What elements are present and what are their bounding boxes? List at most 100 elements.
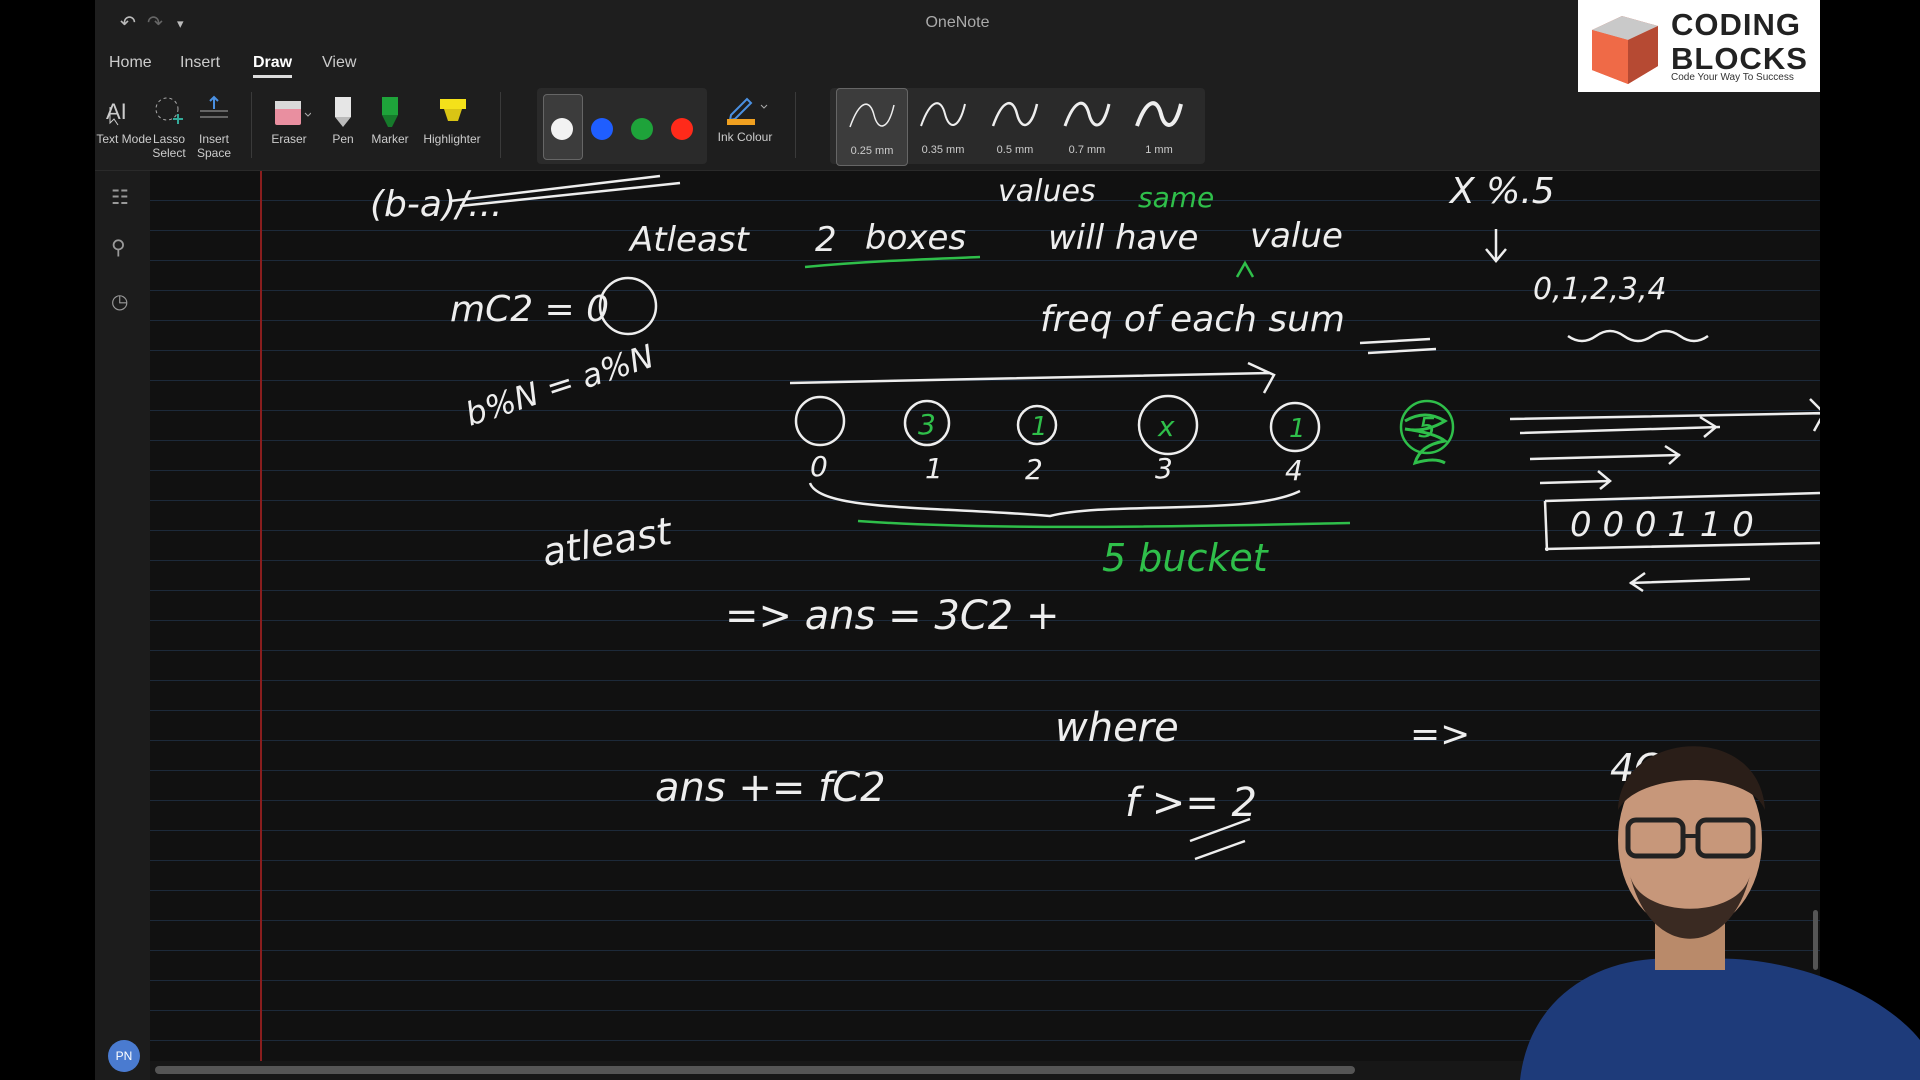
bucket-index: 1 bbox=[925, 452, 943, 485]
bucket-content: x bbox=[1157, 410, 1175, 443]
coding-blocks-logo: CODING BLOCKS Code Your Way To Success bbox=[1578, 0, 1820, 92]
marker-button[interactable]: Marker bbox=[361, 90, 419, 146]
ink-boxes: boxes bbox=[865, 218, 966, 258]
ink-color-palette bbox=[537, 88, 707, 164]
ink-double-underline bbox=[1359, 337, 1437, 355]
color-white-swatch[interactable] bbox=[551, 118, 573, 140]
ink-squiggle bbox=[1567, 329, 1709, 343]
ink-mc2: mC2 = 0 bbox=[450, 289, 609, 330]
ink-freq: freq of each sum bbox=[1040, 299, 1345, 340]
logo-line-2: BLOCKS bbox=[1671, 41, 1808, 76]
ink-colour-icon bbox=[715, 88, 775, 130]
ribbon-separator bbox=[251, 92, 252, 158]
search-icon[interactable]: ⚲ bbox=[111, 235, 126, 260]
ink-right-arrow-3 bbox=[1529, 444, 1682, 465]
ink-right-arrow-2 bbox=[1519, 415, 1721, 438]
stroke-sample-icon bbox=[991, 102, 1039, 127]
bucket-index: 4 bbox=[1285, 454, 1303, 487]
highlighter-icon bbox=[417, 90, 487, 132]
ribbon-tabs: Home Insert Draw View bbox=[95, 46, 1820, 80]
ink-top-arrow bbox=[789, 361, 1276, 394]
ink-ans-line: => ans = 3C2 + bbox=[725, 593, 1059, 639]
ink-left-arrow bbox=[1628, 571, 1751, 593]
eraser-label: Eraser bbox=[271, 132, 307, 146]
thickness-label: 0.25 mm bbox=[850, 145, 894, 157]
tab-home[interactable]: Home bbox=[109, 54, 152, 72]
stroke-sample-icon bbox=[920, 102, 966, 127]
svg-text:AI: AI bbox=[106, 99, 127, 124]
ink-value: value bbox=[1250, 216, 1343, 256]
ink-brace bbox=[808, 482, 1301, 518]
ink-right-arrow-4 bbox=[1539, 470, 1612, 490]
bucket-index: 3 bbox=[1155, 452, 1173, 485]
navigation-sidebar: ☷ ⚲ ◷ bbox=[95, 171, 150, 1080]
presenter-webcam bbox=[1520, 746, 1920, 1080]
color-red-swatch[interactable] bbox=[671, 118, 693, 140]
bucket-index: 0 bbox=[810, 450, 828, 483]
bucket-content: 3 bbox=[918, 408, 936, 441]
notebooks-icon[interactable]: ☷ bbox=[111, 185, 129, 210]
draw-ribbon: AI Text Mode Lasso Select Insert Space E… bbox=[95, 80, 1820, 171]
insert-space-icon bbox=[185, 90, 243, 132]
thickness-label: 0.35 mm bbox=[921, 144, 965, 156]
thickness-07-option[interactable]: 0.7 mm bbox=[1052, 88, 1122, 164]
marker-icon bbox=[361, 90, 419, 132]
ink-right-arrow-1 bbox=[1509, 398, 1820, 432]
thickness-label: 0.5 mm bbox=[996, 144, 1034, 156]
ink-two: 2 bbox=[815, 220, 837, 260]
eraser-icon bbox=[260, 90, 318, 132]
title-bar: ↶ ↷ ▾ OneNote bbox=[95, 0, 1820, 46]
thickness-palette: 0.25 mm 0.35 mm 0.5 mm 0.7 mm 1 mm bbox=[830, 88, 1205, 166]
ink-atleast-word: Atleast bbox=[628, 220, 751, 260]
ink-array: 0 0 0 1 1 0 bbox=[1570, 505, 1754, 545]
ink-will-have: will have bbox=[1048, 218, 1198, 258]
thickness-label: 0.7 mm bbox=[1068, 144, 1106, 156]
bucket-index: 2 bbox=[1025, 453, 1043, 486]
logo-line-1: CODING bbox=[1671, 7, 1801, 42]
bucket-0 bbox=[794, 395, 846, 447]
horizontal-scrollbar[interactable] bbox=[155, 1066, 1355, 1074]
ink-ans-plus: ans += fC2 bbox=[655, 765, 886, 811]
thickness-025-option[interactable]: 0.25 mm bbox=[836, 88, 908, 166]
ink-same: same bbox=[1138, 181, 1214, 214]
thickness-035-option[interactable]: 0.35 mm bbox=[908, 88, 978, 164]
window-title: OneNote bbox=[925, 14, 990, 31]
recent-notes-icon[interactable]: ◷ bbox=[111, 289, 128, 314]
ink-down-arrow bbox=[1485, 229, 1507, 263]
ink-atleast: atleast bbox=[539, 509, 677, 575]
ink-caret bbox=[1235, 260, 1255, 278]
avatar[interactable]: PN bbox=[108, 1040, 140, 1072]
tab-insert[interactable]: Insert bbox=[180, 54, 220, 72]
ink-five-bucket: 5 bucket bbox=[1102, 536, 1270, 580]
tab-draw[interactable]: Draw bbox=[253, 54, 293, 78]
stroke-sample-icon bbox=[849, 103, 895, 128]
eraser-button[interactable]: Eraser bbox=[260, 90, 318, 146]
ink-values: values bbox=[998, 174, 1096, 209]
ribbon-separator bbox=[795, 92, 796, 158]
insert-space-button[interactable]: Insert Space bbox=[185, 90, 243, 160]
ink-remainders: 0,1,2,3,4 bbox=[1533, 272, 1667, 307]
ribbon-separator bbox=[500, 92, 501, 158]
ink-bmod: b%N = a%N bbox=[461, 337, 659, 434]
stroke-sample-icon bbox=[1135, 101, 1183, 127]
bucket-content: 1 bbox=[1289, 414, 1306, 444]
tab-view[interactable]: View bbox=[322, 54, 356, 72]
cube-logo-icon bbox=[1592, 16, 1658, 84]
stroke-sample-icon bbox=[1063, 101, 1111, 127]
ink-where: where bbox=[1055, 705, 1179, 751]
logo-tagline: Code Your Way To Success bbox=[1671, 72, 1794, 83]
thickness-1-option[interactable]: 1 mm bbox=[1124, 88, 1194, 164]
color-blue-swatch[interactable] bbox=[591, 118, 613, 140]
ink-colour-label: Ink Colour bbox=[717, 130, 773, 144]
color-green-swatch[interactable] bbox=[631, 118, 653, 140]
thickness-label: 1 mm bbox=[1145, 144, 1173, 156]
insert-space-label: Insert Space bbox=[196, 132, 232, 160]
highlighter-label: Highlighter bbox=[423, 132, 481, 146]
thickness-05-option[interactable]: 0.5 mm bbox=[980, 88, 1050, 164]
highlighter-button[interactable]: Highlighter bbox=[417, 90, 487, 146]
ink-x-mod: X %.5 bbox=[1448, 171, 1555, 212]
marker-label: Marker bbox=[371, 132, 409, 146]
bucket-content: 1 bbox=[1031, 412, 1048, 442]
ink-f-cond: f >= 2 bbox=[1125, 780, 1257, 826]
ink-colour-button[interactable]: Ink Colour bbox=[715, 88, 775, 144]
